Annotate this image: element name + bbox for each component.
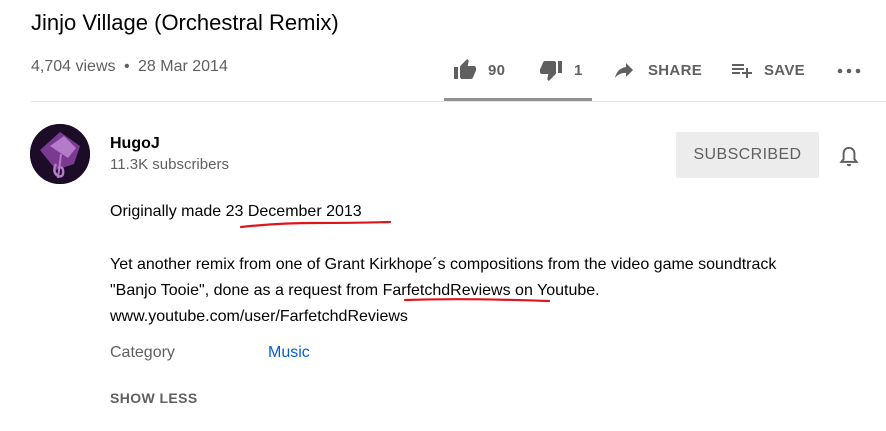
thumbs-up-icon <box>452 58 478 82</box>
show-less-button[interactable]: SHOW LESS <box>110 390 198 406</box>
description-line-2: Yet another remix from one of Grant Kirk… <box>110 256 777 273</box>
description-line-3: "Banjo Tooie", done as a request from Fa… <box>110 282 600 300</box>
more-actions-button[interactable] <box>836 55 862 85</box>
category-label: Category <box>110 344 175 361</box>
view-count: 4,704 views <box>31 58 116 75</box>
like-count: 90 <box>488 61 506 79</box>
share-button[interactable]: SHARE <box>612 55 702 85</box>
bell-icon[interactable] <box>836 143 862 176</box>
category-link[interactable]: Music <box>268 344 310 362</box>
like-button[interactable]: 90 <box>452 55 505 85</box>
thumbs-down-icon <box>538 58 564 82</box>
share-arrow-icon <box>612 58 636 82</box>
upload-date: 28 Mar 2014 <box>138 58 228 75</box>
description-url[interactable]: www.youtube.com/user/FarfetchdReviews <box>110 308 408 326</box>
subscribed-button[interactable]: SUBSCRIBED <box>676 132 819 178</box>
subscriber-count: 11.3K subscribers <box>110 156 229 173</box>
video-meta: 4,704 views • 28 Mar 2014 <box>31 58 228 76</box>
channel-name[interactable]: HugoJ <box>110 135 160 153</box>
description-prefix: Originally made <box>110 203 226 220</box>
save-button[interactable]: SAVE <box>730 55 805 85</box>
more-horizontal-icon <box>836 58 862 82</box>
channel-avatar[interactable] <box>30 124 90 184</box>
original-date: 23 December 2013 <box>225 203 362 220</box>
meta-separator: • <box>123 58 130 75</box>
description-text-suffix: on Youtube. <box>510 282 600 299</box>
dislike-count: 1 <box>574 61 583 79</box>
share-label: SHARE <box>648 61 703 79</box>
save-label: SAVE <box>764 61 805 79</box>
video-title: Jinjo Village (Orchestral Remix) <box>31 10 339 35</box>
dislike-button[interactable]: 1 <box>538 55 583 85</box>
description-text: "Banjo Tooie", done as a request from <box>110 282 383 299</box>
playlist-add-icon <box>730 58 754 82</box>
description-line-1: Originally made 23 December 2013 <box>110 203 362 221</box>
header-divider <box>31 101 886 102</box>
requester-name: FarfetchdReviews <box>382 282 511 299</box>
